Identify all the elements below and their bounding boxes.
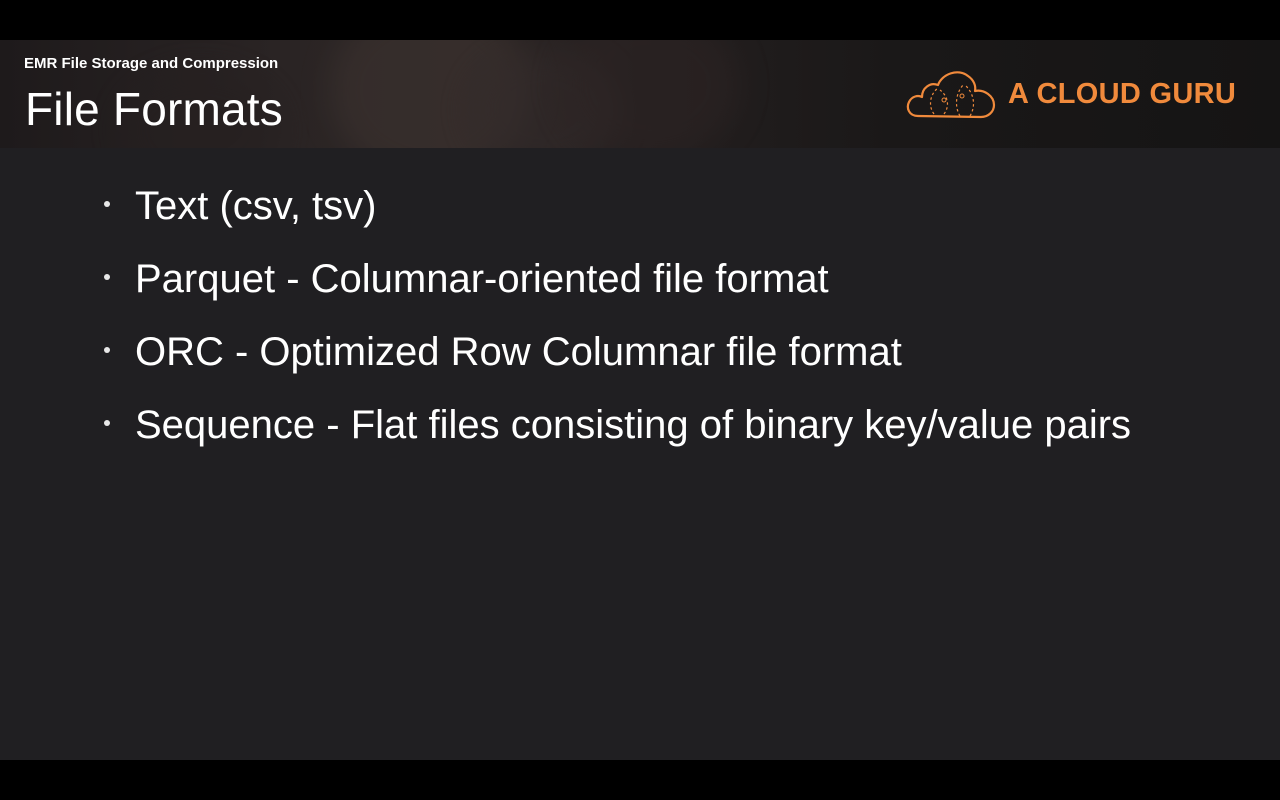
letterbox-bottom [0,760,1280,800]
list-item: Parquet - Columnar-oriented file format [0,255,1280,305]
header-band: EMR File Storage and Compression File Fo… [0,40,1280,148]
list-item: Text (csv, tsv) [0,182,1280,232]
bullet-text: Parquet - Columnar-oriented file format [135,257,829,301]
bullet-icon [104,420,110,426]
logo-text: A CLOUD GURU [1008,78,1237,110]
letterbox-top [0,0,1280,40]
bullet-text: Sequence - Flat files consisting of bina… [135,403,1132,447]
section-label: EMR File Storage and Compression [24,55,279,72]
cloud-icon [906,71,996,119]
bullet-text: ORC - Optimized Row Columnar file format [135,330,902,374]
list-item: Sequence - Flat files consisting of bina… [0,401,1280,451]
bullet-text: Text (csv, tsv) [135,184,377,228]
list-item: ORC - Optimized Row Columnar file format [0,328,1280,378]
page-title: File Formats [25,83,283,135]
header-photo-blur [560,40,740,148]
slide: EMR File Storage and Compression File Fo… [0,40,1280,760]
bullet-icon [104,201,110,207]
bullet-icon [104,274,110,280]
logo: A CLOUD GURU [904,66,1244,122]
bullet-icon [104,347,110,353]
